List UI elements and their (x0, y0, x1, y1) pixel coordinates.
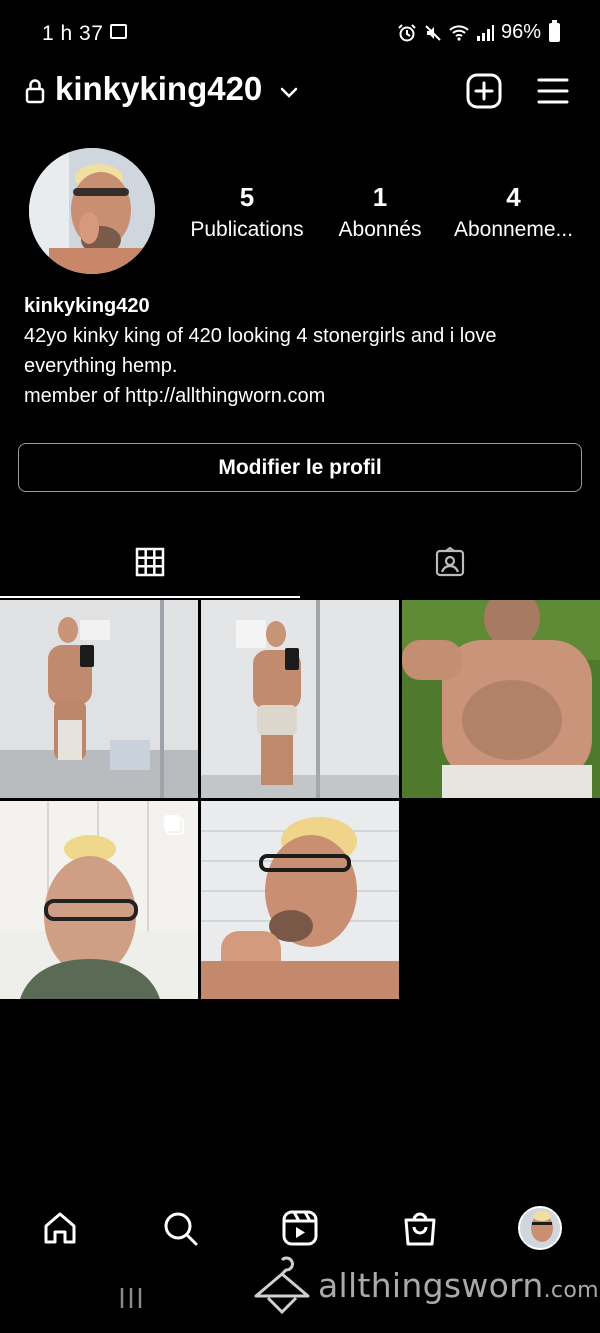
avatar-image (29, 148, 155, 274)
status-icons: 96% (397, 20, 560, 44)
watermark: allthingsworn.com (250, 1252, 599, 1322)
username-title[interactable]: kinkyking420 (55, 70, 262, 108)
post-thumbnail[interactable] (0, 801, 198, 999)
post-thumbnail[interactable] (0, 600, 198, 798)
post-image (0, 600, 198, 798)
mute-icon (425, 24, 441, 41)
stat-posts[interactable]: 5 Publications (184, 182, 310, 242)
menu-icon[interactable] (536, 75, 570, 107)
stat-followers[interactable]: 1 Abonnés (333, 182, 427, 242)
edit-profile-button[interactable]: Modifier le profil (18, 443, 582, 492)
recent-apps-icon[interactable] (118, 1286, 144, 1310)
chevron-down-icon[interactable] (277, 80, 301, 104)
tab-tagged[interactable] (300, 534, 600, 598)
following-label: Abonneme... (453, 218, 574, 241)
bio-text-line: everything hemp. (24, 355, 178, 377)
bio-text-line: 42yo kinky king of 420 looking 4 stonerg… (24, 325, 497, 347)
status-time: 1 h 37 (42, 22, 104, 45)
post-thumbnail[interactable] (201, 801, 399, 999)
post-image (402, 600, 600, 798)
following-count: 4 (506, 182, 521, 212)
profile-avatar[interactable] (29, 148, 155, 274)
multiple-images-icon (164, 815, 184, 835)
battery-icon (549, 20, 560, 42)
reels-icon[interactable] (280, 1208, 320, 1248)
lock-icon (25, 79, 45, 104)
watermark-tld: .com (543, 1278, 599, 1303)
post-image (201, 600, 399, 798)
bottom-navigation (0, 1200, 600, 1260)
avatar-image (520, 1208, 560, 1248)
shop-icon[interactable] (400, 1208, 440, 1248)
battery-percent: 96% (500, 21, 541, 43)
home-icon[interactable] (40, 1208, 80, 1248)
profile-bio: kinkyking420 42yo kinky king of 420 look… (24, 291, 584, 411)
post-thumbnail[interactable] (402, 600, 600, 798)
hanger-logo-icon (254, 1256, 310, 1315)
posts-count: 5 (239, 182, 255, 212)
stat-following[interactable]: 4 Abonneme... (451, 182, 576, 242)
alarm-icon (398, 23, 416, 41)
followers-count: 1 (372, 182, 388, 212)
wifi-icon (449, 24, 469, 41)
bio-name: kinkyking420 (24, 295, 150, 317)
profile-header: kinkyking420 (0, 68, 600, 114)
status-bar: 1 h 37 96% (0, 0, 600, 68)
image-notification-icon (110, 24, 127, 39)
grid-icon (135, 547, 165, 577)
watermark-text: allthingsworn.com (318, 1266, 599, 1305)
tab-posts-grid[interactable] (0, 534, 300, 598)
followers-label: Abonnés (338, 218, 422, 241)
posts-label: Publications (190, 218, 304, 241)
profile-tab-avatar[interactable] (518, 1206, 562, 1250)
tagged-icon (435, 546, 465, 577)
post-image (201, 801, 399, 999)
post-thumbnail[interactable] (201, 600, 399, 798)
add-post-icon[interactable] (466, 73, 502, 109)
watermark-brand: allthingsworn (318, 1266, 544, 1305)
signal-icon (476, 24, 494, 41)
bio-link[interactable]: member of http://allthingworn.com (24, 381, 584, 411)
search-icon[interactable] (160, 1208, 200, 1248)
